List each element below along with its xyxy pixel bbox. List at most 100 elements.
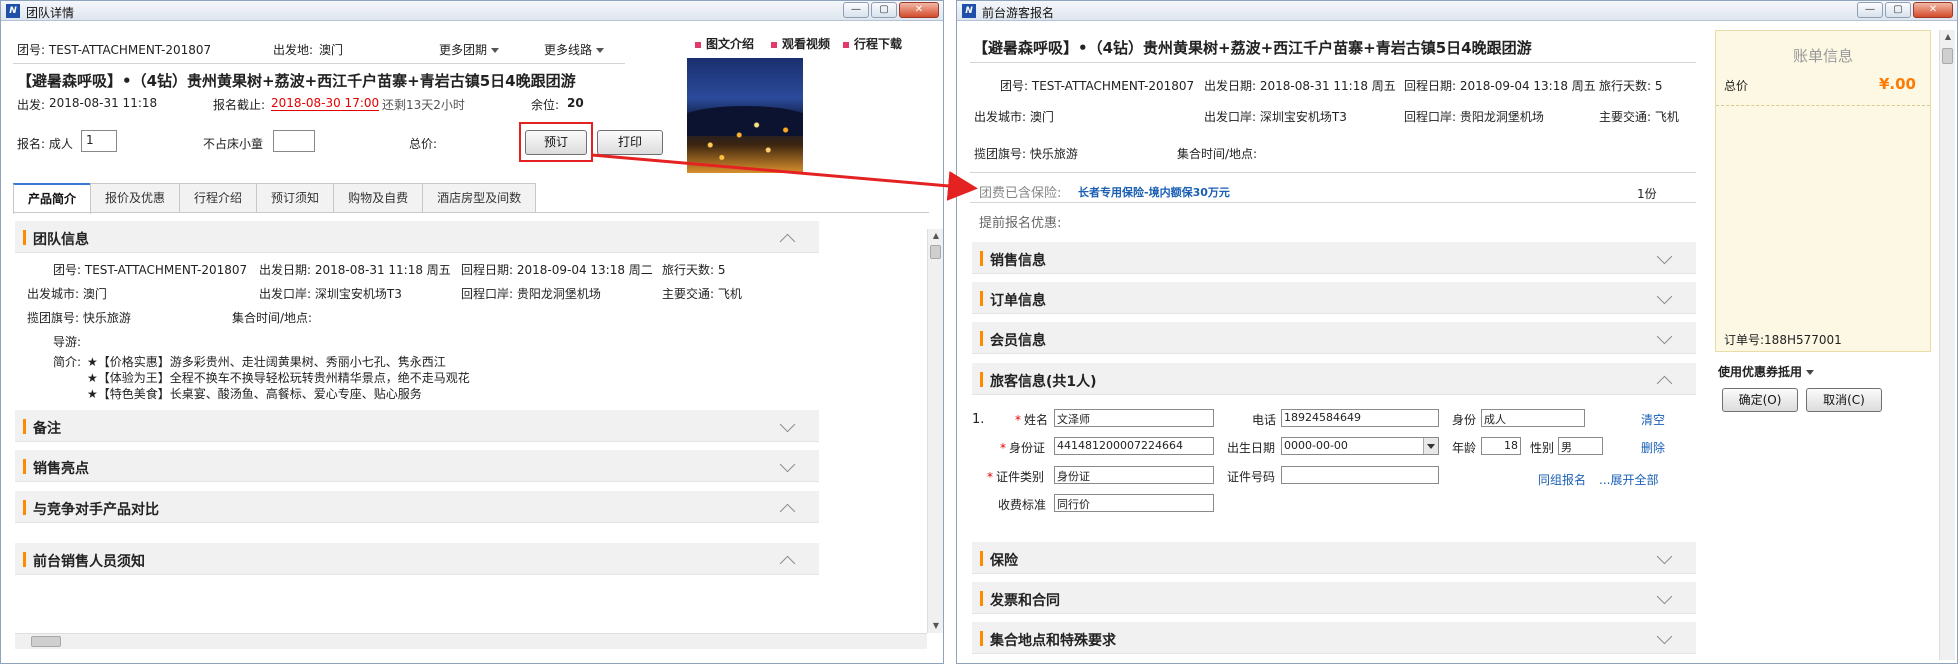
section-competitor-comparison[interactable]: 与竞争对手产品对比	[15, 491, 819, 523]
tab-itinerary[interactable]: 行程介绍	[179, 183, 258, 213]
scroll-up-arrow-icon[interactable]: ▲	[928, 229, 944, 243]
gather-time-place: 集合时间/地点:	[232, 311, 313, 325]
age-input[interactable]: 18	[1481, 437, 1521, 455]
chevron-down-icon[interactable]	[1423, 438, 1438, 454]
close-button[interactable]: ✕	[1913, 2, 1953, 18]
phone-label: 电话	[1252, 413, 1277, 427]
tab-product-intro[interactable]: 产品简介	[13, 183, 92, 214]
scroll-thumb[interactable]	[930, 245, 941, 259]
section-member-info[interactable]: 会员信息	[972, 322, 1696, 354]
birth-date-select[interactable]: 0000-00-00	[1281, 437, 1439, 455]
product-title: 【避暑森呼吸】•（4钻）贵州黄果树+荔波+西江千户苗寨+青岩古镇5日4晚跟团游	[17, 72, 576, 90]
signup-trip-days: 旅行天数: 5	[1599, 79, 1663, 93]
phone-input[interactable]: 18924584649	[1281, 409, 1439, 427]
chevron-up-icon[interactable]	[779, 233, 796, 250]
signup-return-date: 回程日期: 2018-09-04 13:18 周五	[1404, 79, 1596, 93]
close-button[interactable]: ✕	[899, 2, 939, 18]
chevron-down-icon	[596, 48, 605, 53]
video-link[interactable]: 观看视频	[771, 35, 830, 52]
doc-number-input[interactable]	[1281, 466, 1439, 484]
id-card-label: * 身份证	[1000, 441, 1046, 455]
delete-link[interactable]: 删除	[1641, 439, 1665, 456]
expand-all-link[interactable]: ...展开全部	[1599, 471, 1658, 488]
chevron-down-icon[interactable]	[1656, 328, 1673, 345]
itinerary-download-link[interactable]: 行程下载	[843, 35, 902, 52]
left-horizontal-scrollbar[interactable]	[15, 633, 927, 649]
signup-product-title: 【避暑森呼吸】•（4钻）贵州黄果树+荔波+西江千户苗寨+青岩古镇5日4晚跟团游	[973, 39, 1532, 57]
section-front-desk-notes[interactable]: 前台销售人员须知	[15, 543, 819, 575]
chevron-down-icon[interactable]	[1656, 628, 1673, 645]
cancel-button[interactable]: 取消(C)	[1806, 388, 1882, 412]
clear-link[interactable]: 清空	[1641, 411, 1665, 428]
chevron-down-icon[interactable]	[779, 416, 796, 433]
birth-date-label: 出生日期	[1227, 441, 1276, 455]
child-count-input[interactable]	[273, 130, 315, 152]
tab-price-discount[interactable]: 报价及优惠	[90, 183, 181, 213]
chevron-down-icon[interactable]	[779, 456, 796, 473]
doc-type-input[interactable]: 身份证	[1054, 466, 1214, 484]
section-sales-info[interactable]: 销售信息	[972, 242, 1696, 274]
left-vertical-scrollbar[interactable]: ▲ ▼	[927, 229, 943, 633]
section-remarks[interactable]: 备注	[15, 410, 819, 442]
adult-count-input[interactable]: 1	[81, 130, 117, 152]
print-button[interactable]: 打印	[597, 130, 663, 155]
seats-label: 余位:	[531, 98, 560, 112]
scroll-down-arrow-icon[interactable]: ▼	[928, 619, 944, 633]
chevron-up-icon[interactable]	[779, 503, 796, 520]
chevron-up-icon[interactable]	[779, 555, 796, 572]
app-icon: N	[962, 4, 976, 18]
scroll-up-arrow-icon[interactable]: ▲	[1940, 30, 1956, 44]
chevron-down-icon[interactable]	[1656, 248, 1673, 265]
name-input[interactable]: 文泽师	[1054, 409, 1214, 427]
gender-input[interactable]: 男	[1558, 437, 1603, 455]
team-detail-window: N 团队详情 — ▢ ✕ 团号: TEST-ATTACHMENT-201807 …	[0, 0, 944, 664]
chevron-down-icon[interactable]	[1656, 588, 1673, 605]
title-bar[interactable]: N 前台游客报名 — ▢ ✕	[957, 1, 1957, 21]
minimize-button[interactable]: —	[1857, 2, 1883, 18]
same-group-signup-link[interactable]: 同组报名	[1538, 471, 1586, 488]
remaining-time: 还剩13天2小时	[382, 98, 465, 112]
depart-city: 出发城市: 澳门	[27, 287, 107, 301]
section-sales-highlights[interactable]: 销售亮点	[15, 450, 819, 482]
section-gather-special[interactable]: 集合地点和特殊要求	[972, 622, 1696, 654]
identity-input[interactable]: 成人	[1481, 409, 1585, 427]
bill-total-value: ¥.00	[1878, 75, 1916, 93]
intro-link[interactable]: 图文介绍	[695, 35, 754, 52]
more-groups-dropdown[interactable]: 更多团期	[439, 41, 500, 58]
book-button[interactable]: 预订	[525, 130, 587, 155]
section-traveler-info[interactable]: 旅客信息(共1人)	[972, 363, 1696, 395]
chevron-down-icon[interactable]	[1656, 288, 1673, 305]
scroll-thumb[interactable]	[1942, 48, 1953, 64]
confirm-button[interactable]: 确定(O)	[1722, 388, 1798, 412]
maximize-button[interactable]: ▢	[1885, 2, 1911, 18]
title-bar[interactable]: N 团队详情 — ▢ ✕	[1, 1, 943, 21]
intro-label: 简介:	[53, 355, 82, 369]
chevron-down-icon[interactable]	[1656, 548, 1673, 565]
section-order-info[interactable]: 订单信息	[972, 282, 1696, 314]
chevron-up-icon[interactable]	[1656, 375, 1673, 392]
tab-shopping-expense[interactable]: 购物及自费	[333, 183, 424, 213]
maximize-button[interactable]: ▢	[871, 2, 897, 18]
deadline-label: 报名截止:	[213, 98, 266, 112]
tab-hotel-rooms[interactable]: 酒店房型及间数	[422, 183, 537, 213]
window-title: 前台游客报名	[982, 6, 1055, 20]
scroll-thumb[interactable]	[31, 636, 61, 647]
bill-panel: 账单信息 总价 ¥.00 订单号:188H577001	[1715, 30, 1931, 352]
product-photo[interactable]	[687, 58, 803, 173]
section-insurance[interactable]: 保险	[972, 542, 1696, 574]
section-team-info[interactable]: 团队信息	[15, 221, 819, 253]
signup-depart-date: 出发日期: 2018-08-31 11:18 周五	[1204, 79, 1396, 93]
coupon-toggle[interactable]: 使用优惠券抵用	[1718, 363, 1815, 380]
depart-value: 2018-08-31 11:18	[49, 96, 158, 110]
doc-number-label: 证件号码	[1227, 470, 1276, 484]
insurance-value-link[interactable]: 长者专用保险-境内额保30万元	[1078, 184, 1230, 200]
id-card-input[interactable]: 441481200007224664	[1054, 437, 1214, 455]
fee-standard-input[interactable]: 同行价	[1054, 494, 1214, 512]
right-vertical-scrollbar[interactable]: ▲	[1939, 30, 1955, 660]
more-routes-dropdown[interactable]: 更多线路	[544, 41, 605, 58]
tab-booking-notes[interactable]: 预订须知	[256, 183, 335, 213]
minimize-button[interactable]: —	[843, 2, 869, 18]
section-invoice-contract[interactable]: 发票和合同	[972, 582, 1696, 614]
team-number: 团号: TEST-ATTACHMENT-201807	[17, 43, 212, 57]
identity-label: 身份	[1452, 413, 1477, 427]
